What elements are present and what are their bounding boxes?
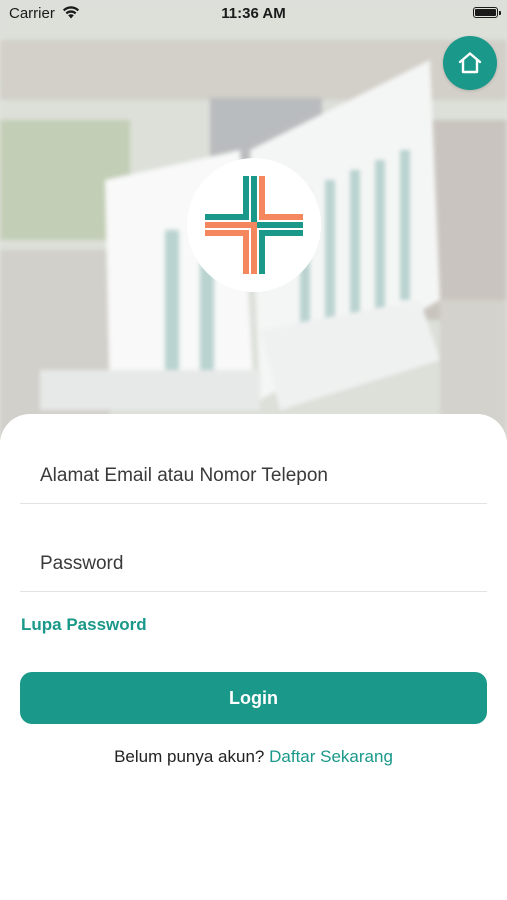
register-link[interactable]: Daftar Sekarang [269, 747, 393, 766]
forgot-password-link[interactable]: Lupa Password [21, 615, 147, 635]
password-field-container [20, 536, 487, 592]
email-field-container [20, 448, 487, 504]
password-input[interactable] [20, 536, 487, 591]
home-icon [458, 52, 482, 74]
email-input[interactable] [20, 448, 487, 503]
login-button[interactable]: Login [20, 672, 487, 724]
status-bar: Carrier 11:36 AM [0, 0, 507, 28]
register-prompt-text: Belum punya akun? [114, 747, 265, 766]
status-time: 11:36 AM [221, 5, 286, 22]
login-card: Lupa Password Login Belum punya akun? Da… [0, 414, 507, 900]
hospital-cross-logo [205, 176, 303, 274]
app-logo [187, 158, 321, 292]
home-button[interactable] [443, 36, 497, 90]
register-prompt: Belum punya akun? Daftar Sekarang [0, 747, 507, 767]
battery-icon [473, 7, 501, 18]
